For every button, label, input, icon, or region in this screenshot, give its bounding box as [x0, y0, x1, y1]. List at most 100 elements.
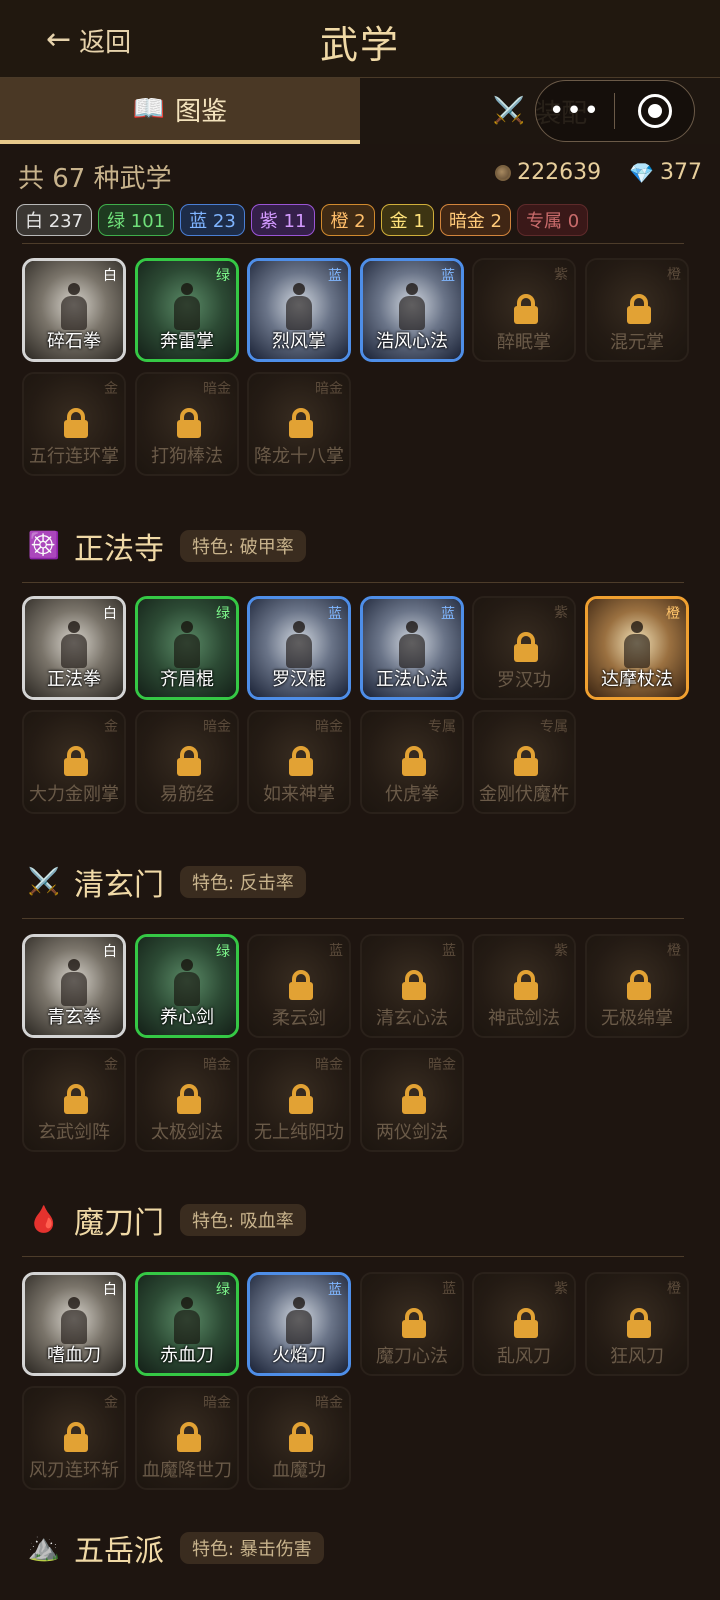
- rarity-badge[interactable]: 白 237: [16, 204, 93, 236]
- rarity-badge[interactable]: 绿 101: [98, 204, 175, 236]
- skill-card[interactable]: 紫神武剑法: [472, 934, 576, 1038]
- book-icon: 📖: [132, 94, 166, 124]
- rarity-badge[interactable]: 暗金 2: [439, 204, 511, 236]
- skill-name: 无上纯阳功: [254, 1122, 344, 1143]
- skill-name: 神武剑法: [488, 1008, 560, 1029]
- skill-card[interactable]: 橙狂风刀: [585, 1272, 689, 1376]
- skill-name: 大力金刚掌: [29, 784, 119, 805]
- lock-icon: [627, 294, 651, 324]
- skill-card[interactable]: 暗金 易筋经: [135, 710, 239, 814]
- lock-icon: [514, 1308, 538, 1338]
- mountain-icon: ⛰️: [27, 1533, 61, 1563]
- lock-icon: [289, 1422, 313, 1452]
- skill-card[interactable]: 蓝浩风心法: [360, 258, 464, 362]
- skill-name: 正法拳: [47, 669, 101, 690]
- skill-card[interactable]: 暗金 血魔功: [247, 1386, 351, 1490]
- skill-card[interactable]: 紫醉眠掌: [472, 258, 576, 362]
- skill-card[interactable]: 暗金 降龙十八掌: [247, 372, 351, 476]
- blood-drop-icon: 🩸: [27, 1205, 61, 1235]
- skill-card[interactable]: 蓝魔刀心法: [360, 1272, 464, 1376]
- skill-card[interactable]: 紫罗汉功: [472, 596, 576, 700]
- tab-collection-label: 图鉴: [175, 96, 228, 127]
- skill-name: 齐眉棍: [160, 669, 214, 690]
- skill-card[interactable]: 白碎石拳: [22, 258, 126, 362]
- skill-card[interactable]: 白青玄拳: [22, 934, 126, 1038]
- rarity-badge[interactable]: 金 1: [380, 204, 434, 236]
- dharma-wheel-icon: ☸️: [27, 531, 61, 561]
- skill-name: 嗜血刀: [47, 1345, 101, 1366]
- skill-card[interactable]: 绿养心剑: [135, 934, 239, 1038]
- lock-icon: [177, 746, 201, 776]
- crossed-swords-icon: ⚔️: [492, 96, 526, 126]
- skill-name: 如来神掌: [263, 784, 335, 805]
- skill-card[interactable]: 蓝柔云剑: [247, 934, 351, 1038]
- skill-name: 柔云剑: [272, 1008, 326, 1029]
- coin-icon: [495, 164, 512, 181]
- skill-card[interactable]: 暗金 打狗棒法: [135, 372, 239, 476]
- skill-card[interactable]: 橙达摩杖法: [585, 596, 689, 700]
- skill-card[interactable]: 专属 伏虎拳: [360, 710, 464, 814]
- rarity-tag: 专属: [428, 719, 456, 735]
- lock-icon: [514, 970, 538, 1000]
- lock-icon: [289, 970, 313, 1000]
- skill-card[interactable]: 暗金 两仪剑法: [360, 1048, 464, 1152]
- rarity-tag: 紫: [554, 267, 568, 283]
- skill-name: 烈风掌: [272, 331, 326, 352]
- skill-card[interactable]: 暗金 血魔降世刀: [135, 1386, 239, 1490]
- skill-card[interactable]: 绿赤血刀: [135, 1272, 239, 1376]
- skill-card[interactable]: 绿奔雷掌: [135, 258, 239, 362]
- skill-card[interactable]: 绿齐眉棍: [135, 596, 239, 700]
- skill-card[interactable]: 橙混元掌: [585, 258, 689, 362]
- skill-name: 玄武剑阵: [38, 1122, 110, 1143]
- lock-icon: [289, 746, 313, 776]
- mini-program-capsule: •••: [535, 80, 695, 142]
- skill-card[interactable]: 橙无极绵掌: [585, 934, 689, 1038]
- rarity-tag: 橙: [666, 606, 680, 622]
- header-bar: ← 返回 武学: [0, 0, 720, 78]
- tab-collection[interactable]: 📖 图鉴: [0, 78, 360, 144]
- skill-card[interactable]: 蓝火焰刀: [247, 1272, 351, 1376]
- skill-card[interactable]: 白嗜血刀: [22, 1272, 126, 1376]
- rarity-tag: 紫: [554, 1281, 568, 1297]
- rarity-badge[interactable]: 紫 11: [250, 204, 316, 236]
- skill-card[interactable]: 金风刃连环斩: [22, 1386, 126, 1490]
- skill-name: 魔刀心法: [376, 1346, 448, 1367]
- rarity-badge[interactable]: 蓝 23: [180, 204, 245, 236]
- lock-icon: [289, 408, 313, 438]
- divider: [22, 1256, 684, 1257]
- rarity-tag: 橙: [667, 943, 681, 959]
- rarity-tag: 暗金: [315, 1057, 343, 1073]
- skill-card[interactable]: 蓝正法心法: [360, 596, 464, 700]
- skill-card[interactable]: 蓝清玄心法: [360, 934, 464, 1038]
- skill-card[interactable]: 暗金 太极剑法: [135, 1048, 239, 1152]
- skill-card[interactable]: 暗金无上纯阳功: [247, 1048, 351, 1152]
- lock-icon: [64, 746, 88, 776]
- target-icon: [637, 94, 672, 128]
- close-capsule-button[interactable]: [615, 94, 694, 128]
- rarity-tag: 专属: [540, 719, 568, 735]
- skill-card[interactable]: 蓝罗汉棍: [247, 596, 351, 700]
- rarity-tag: 绿: [216, 1282, 230, 1298]
- skill-card[interactable]: 紫乱风刀: [472, 1272, 576, 1376]
- skill-card[interactable]: 蓝烈风掌: [247, 258, 351, 362]
- rarity-tag: 蓝: [442, 1281, 456, 1297]
- lock-icon: [402, 746, 426, 776]
- skill-name: 无极绵掌: [601, 1008, 673, 1029]
- skill-card[interactable]: 白正法拳: [22, 596, 126, 700]
- rarity-tag: 蓝: [328, 268, 342, 284]
- sect-name: 五岳派: [74, 1534, 164, 1569]
- skill-card[interactable]: 金大力金刚掌: [22, 710, 126, 814]
- skill-card[interactable]: 专属 金刚伏魔杵: [472, 710, 576, 814]
- skill-card[interactable]: 暗金 如来神掌: [247, 710, 351, 814]
- skill-name: 醉眠掌: [497, 332, 551, 353]
- lock-icon: [177, 1084, 201, 1114]
- divider: [22, 582, 684, 583]
- skill-card[interactable]: 金玄武剑阵: [22, 1048, 126, 1152]
- rarity-badge[interactable]: 专属 0: [517, 204, 589, 236]
- rarity-tag: 暗金: [428, 1057, 456, 1073]
- skill-card[interactable]: 金五行连环掌: [22, 372, 126, 476]
- skill-name: 打狗棒法: [151, 446, 223, 467]
- lock-icon: [289, 1084, 313, 1114]
- rarity-badge[interactable]: 橙 2: [321, 204, 375, 236]
- more-menu-button[interactable]: •••: [536, 96, 614, 126]
